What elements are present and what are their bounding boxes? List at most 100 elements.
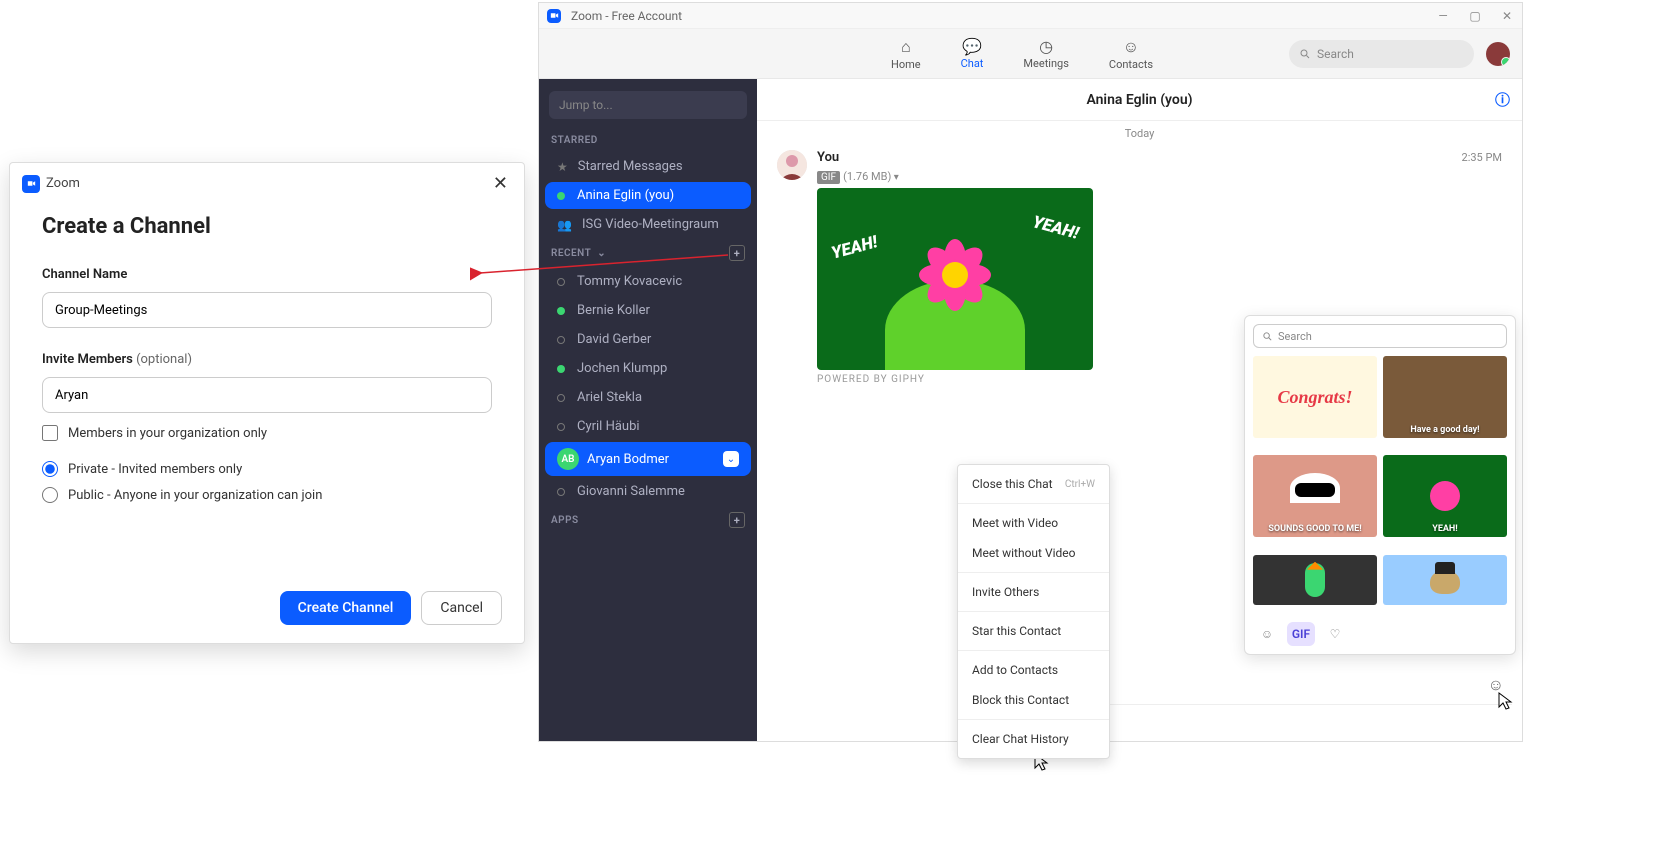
org-only-checkbox-row[interactable]: Members in your organization only xyxy=(42,425,492,441)
jump-placeholder: Jump to... xyxy=(559,98,613,112)
gif-text: YEAH! xyxy=(829,232,880,263)
public-radio[interactable] xyxy=(42,487,58,503)
sidebar-item-label: Aryan Bodmer xyxy=(587,452,669,467)
sidebar-item-label: Starred Messages xyxy=(578,159,683,174)
nav-meetings-label: Meetings xyxy=(1023,57,1068,70)
sidebar-item-starred-messages[interactable]: ★ Starred Messages xyxy=(545,153,751,180)
chat-title: Anina Eglin (you) xyxy=(1086,92,1192,108)
channel-name-label: Channel Name xyxy=(42,267,492,282)
message-time: 2:35 PM xyxy=(1462,151,1502,164)
clock-icon: ◷ xyxy=(1039,37,1053,56)
sidebar-item-label: Giovanni Salemme xyxy=(577,484,685,499)
gif-search-placeholder: Search xyxy=(1278,330,1312,343)
sidebar-item-recent[interactable]: Tommy Kovacevic xyxy=(545,268,751,295)
jump-to-input[interactable]: Jump to... xyxy=(549,91,747,119)
private-radio-row[interactable]: Private - Invited members only xyxy=(42,461,492,477)
private-radio[interactable] xyxy=(42,461,58,477)
nav-meetings[interactable]: ◷ Meetings xyxy=(1023,37,1068,71)
create-channel-button[interactable]: Create Channel xyxy=(280,591,412,625)
chevron-down-icon[interactable]: ⌄ xyxy=(723,451,739,467)
window-minimize-button[interactable]: — xyxy=(1436,9,1450,23)
dialog-title: Zoom xyxy=(46,176,80,191)
star-icon: ★ xyxy=(557,160,568,174)
presence-indicator xyxy=(557,365,565,373)
public-radio-row[interactable]: Public - Anyone in your organization can… xyxy=(42,487,492,503)
sidebar-item-recent[interactable]: Giovanni Salemme xyxy=(545,478,751,505)
info-icon[interactable]: ⓘ xyxy=(1495,89,1510,110)
ctx-block[interactable]: Block this Contact xyxy=(958,685,1109,715)
sidebar: Jump to... STARRED ★ Starred Messages An… xyxy=(539,79,757,741)
ctx-meet-video[interactable]: Meet with Video xyxy=(958,508,1109,538)
dialog-close-button[interactable]: ✕ xyxy=(489,173,512,194)
gif-tab[interactable]: GIF xyxy=(1287,622,1315,646)
presence-indicator xyxy=(557,394,565,402)
sidebar-item-aryan[interactable]: AB Aryan Bodmer ⌄ xyxy=(545,442,751,476)
presence-indicator xyxy=(557,488,565,496)
user-avatar[interactable] xyxy=(1486,42,1510,66)
presence-indicator xyxy=(557,192,565,200)
window-title: Zoom - Free Account xyxy=(571,9,682,23)
create-channel-dialog: Zoom ✕ Create a Channel Channel Name Inv… xyxy=(9,162,525,644)
nav-home-label: Home xyxy=(891,58,921,71)
sidebar-item-self[interactable]: Anina Eglin (you) xyxy=(545,182,751,209)
sidebar-item-label: Anina Eglin (you) xyxy=(577,188,674,203)
channel-name-input[interactable] xyxy=(42,292,492,328)
ctx-close-chat[interactable]: Close this ChatCtrl+W xyxy=(958,469,1109,499)
gif-search-input[interactable]: Search xyxy=(1253,324,1507,348)
search-icon xyxy=(1299,48,1311,60)
invite-members-input[interactable] xyxy=(42,377,492,413)
sender-avatar xyxy=(777,150,807,180)
chevron-down-icon[interactable]: ▾ xyxy=(891,172,899,183)
nav-home[interactable]: ⌂ Home xyxy=(891,37,921,71)
gif-result[interactable]: Congrats! xyxy=(1253,356,1377,438)
nav-chat[interactable]: 💬 Chat xyxy=(961,37,984,71)
chevron-down-icon: ⌄ xyxy=(597,248,606,259)
gif-result[interactable]: YEAH! xyxy=(1383,455,1507,537)
window-titlebar: Zoom - Free Account — ▢ ✕ xyxy=(539,3,1522,29)
sidebar-item-recent[interactable]: Bernie Koller xyxy=(545,297,751,324)
sidebar-item-isg[interactable]: 👥 ISG Video-Meetingraum xyxy=(545,211,751,238)
avatar-initials: AB xyxy=(557,448,579,470)
sidebar-item-recent[interactable]: Jochen Klumpp xyxy=(545,355,751,382)
window-maximize-button[interactable]: ▢ xyxy=(1468,9,1482,23)
top-navigation: ⌂ Home 💬 Chat ◷ Meetings ☺ Contacts Sear… xyxy=(539,29,1522,79)
sidebar-item-recent[interactable]: Cyril Häubi xyxy=(545,413,751,440)
search-placeholder: Search xyxy=(1317,47,1354,61)
contacts-icon: ☺ xyxy=(1123,37,1139,57)
gif-attachment[interactable]: YEAH! YEAH! xyxy=(817,188,1093,370)
org-only-checkbox[interactable] xyxy=(42,425,58,441)
presence-indicator xyxy=(557,307,565,315)
ctx-meet-novideo[interactable]: Meet without Video xyxy=(958,538,1109,568)
public-label: Public - Anyone in your organization can… xyxy=(68,488,322,503)
gif-result[interactable]: Have a good day! xyxy=(1383,356,1507,438)
recent-header[interactable]: RECENT ⌄ + xyxy=(539,239,757,267)
nav-chat-label: Chat xyxy=(961,57,984,70)
apps-header[interactable]: APPS + xyxy=(539,506,757,534)
gif-result[interactable]: SOUNDS GOOD TO ME! xyxy=(1253,455,1377,537)
presence-indicator xyxy=(557,423,565,431)
ctx-clear[interactable]: Clear Chat History xyxy=(958,724,1109,754)
add-app-button[interactable]: + xyxy=(729,512,745,528)
group-icon: 👥 xyxy=(557,218,572,232)
gif-result[interactable] xyxy=(1253,555,1377,605)
sidebar-item-recent[interactable]: David Gerber xyxy=(545,326,751,353)
heart-tab[interactable]: ♡ xyxy=(1321,622,1349,646)
gif-size: (1.76 MB) xyxy=(843,170,891,183)
sidebar-item-recent[interactable]: Ariel Stekla xyxy=(545,384,751,411)
zoom-logo-icon xyxy=(22,175,40,193)
gif-result[interactable] xyxy=(1383,555,1507,605)
window-close-button[interactable]: ✕ xyxy=(1500,9,1514,23)
sidebar-item-label: Bernie Koller xyxy=(577,303,650,318)
search-input[interactable]: Search xyxy=(1289,40,1474,68)
sidebar-item-label: David Gerber xyxy=(577,332,651,347)
cancel-button[interactable]: Cancel xyxy=(421,591,502,625)
ctx-add[interactable]: Add to Contacts xyxy=(958,655,1109,685)
add-channel-button[interactable]: + xyxy=(729,245,745,261)
nav-contacts[interactable]: ☺ Contacts xyxy=(1109,37,1153,71)
emoji-tab[interactable]: ☺ xyxy=(1253,622,1281,646)
dialog-titlebar: Zoom ✕ xyxy=(10,163,524,204)
sidebar-item-label: Jochen Klumpp xyxy=(577,361,667,376)
ctx-invite[interactable]: Invite Others xyxy=(958,577,1109,607)
dialog-heading: Create a Channel xyxy=(42,214,492,239)
ctx-star[interactable]: Star this Contact xyxy=(958,616,1109,646)
